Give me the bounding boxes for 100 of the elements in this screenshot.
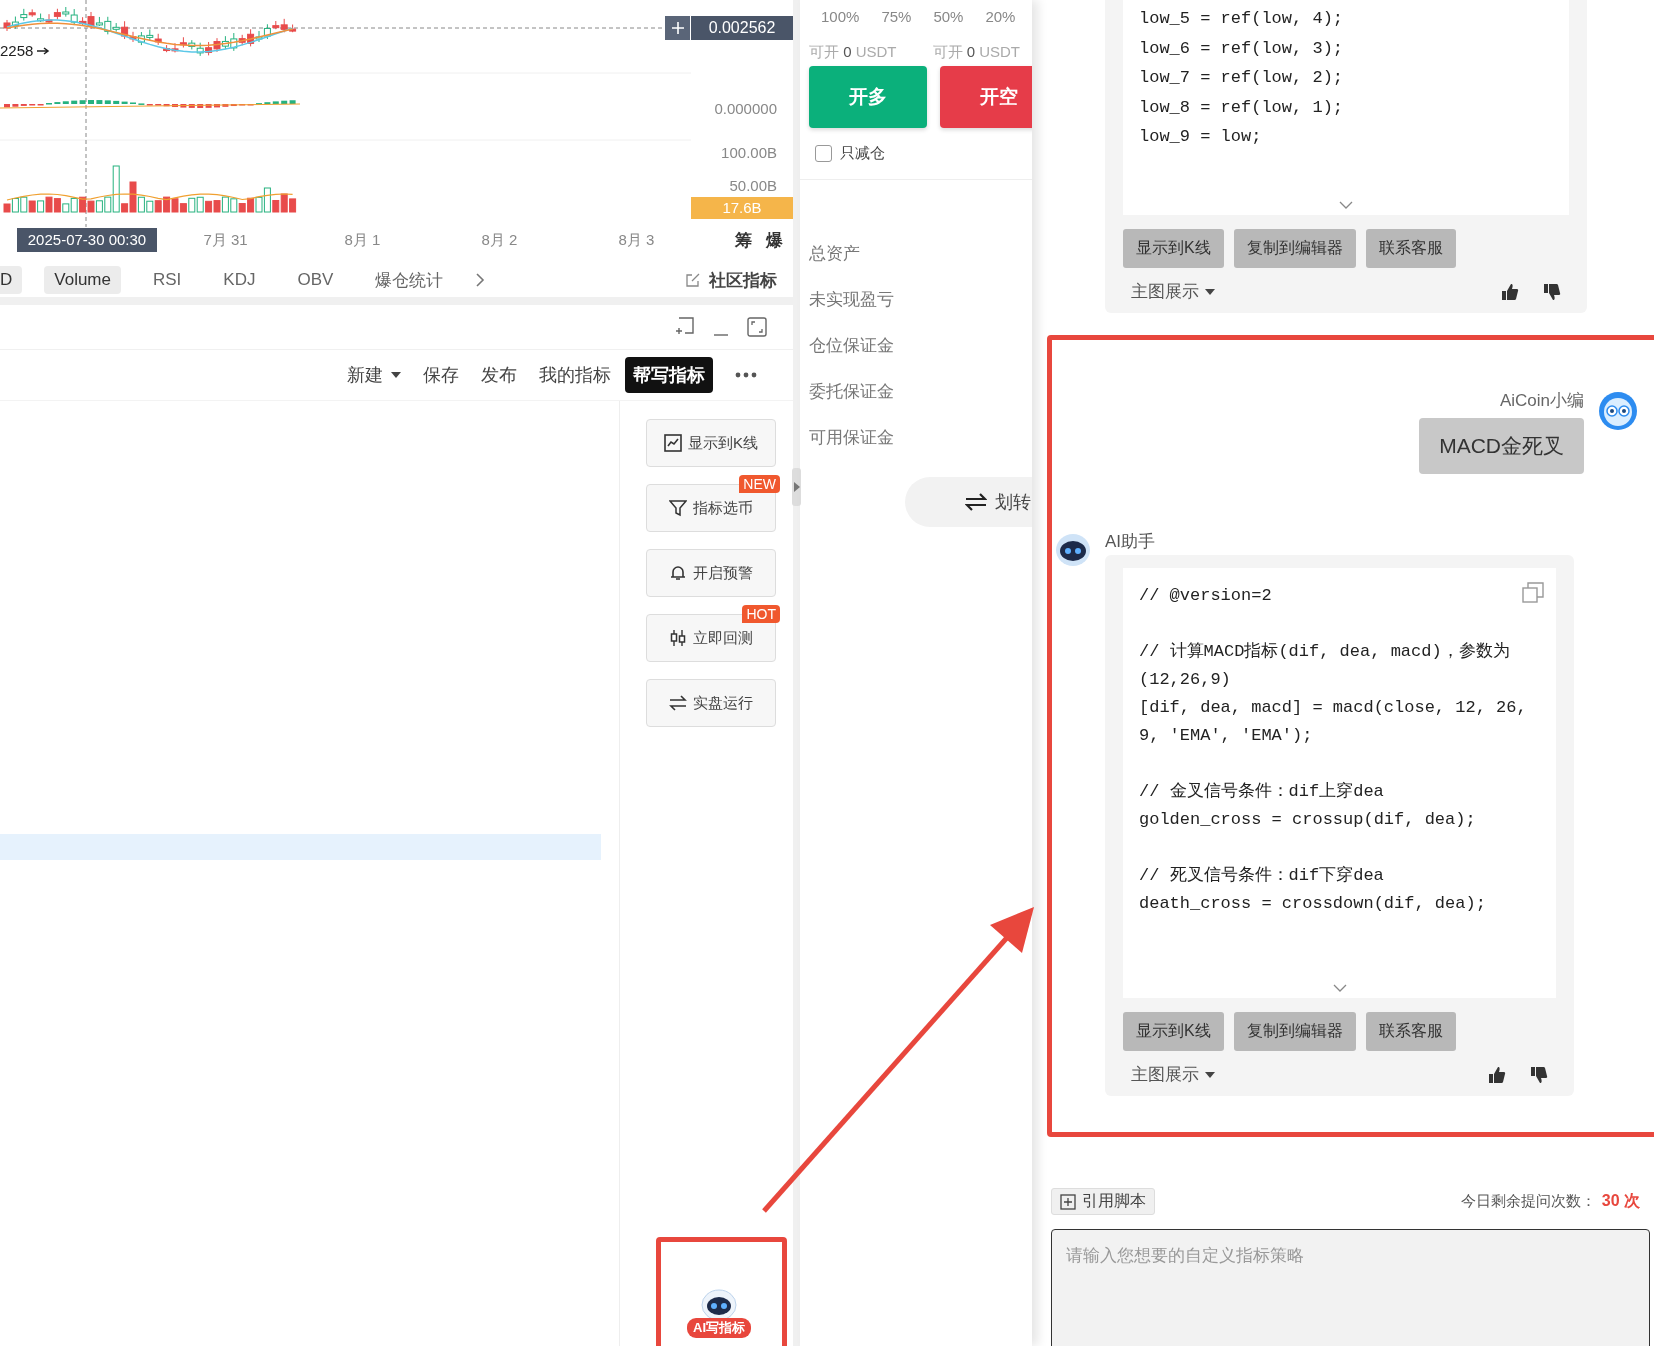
display-mode-dropdown[interactable]: 主图展示 (1123, 1063, 1215, 1086)
toolbar-button[interactable]: 帮写指标 (625, 357, 713, 393)
robot-avatar-icon (1055, 532, 1091, 568)
action-button[interactable]: 实盘运行 (646, 679, 776, 727)
time-label: 8月 1 (344, 230, 381, 248)
action-button[interactable]: 联系客服 (1365, 1012, 1456, 1051)
percent-option[interactable]: 75% (881, 8, 912, 25)
add-window-icon[interactable] (675, 317, 695, 337)
axis-label: 0.000000 (713, 100, 778, 118)
code-line: // 金叉信号条件：dif上穿dea (1139, 781, 1384, 803)
account-label: 可用保证金 (809, 427, 895, 449)
crosshair-time-label: 2025-07-30 00:30 (17, 228, 157, 252)
code-line: low_8 = ref(low, 1); (1139, 96, 1344, 119)
swap-icon (669, 694, 687, 712)
histogram-bar (4, 104, 10, 108)
expand-chevron-icon[interactable] (1339, 201, 1353, 209)
caret-icon (1205, 1071, 1215, 1078)
price-marker-label: 2258 (0, 42, 34, 59)
chevron-right-icon[interactable] (475, 272, 486, 288)
time-label: 8月 2 (481, 230, 518, 248)
code-line: golden_cross = crossup(dif, dea); (1139, 809, 1476, 831)
ai-write-button[interactable]: AI写指标 (663, 1288, 775, 1338)
time-label: 7月 31 (203, 230, 248, 248)
quote-script-button[interactable]: 引用脚本 (1051, 1188, 1155, 1215)
histogram-bar (88, 100, 94, 104)
action-button[interactable]: 复制到编辑器 (1233, 229, 1356, 268)
badge: HOT (742, 605, 780, 623)
axis-label: 50.00B (728, 177, 778, 195)
action-button[interactable]: 开启预警 (646, 549, 776, 597)
prompt-input[interactable]: 请输入您想要的自定义指标策略 (1051, 1229, 1650, 1346)
account-label: 未实现盈亏 (809, 289, 895, 311)
maximize-icon[interactable] (747, 317, 767, 337)
quota-label: 今日剩余提问次数： (1460, 1192, 1596, 1211)
edit-icon (685, 272, 701, 288)
display-mode-dropdown[interactable]: 主图展示 (1123, 280, 1215, 303)
chart-icon (664, 434, 682, 452)
indicator-tab[interactable]: 爆仓统计 (365, 264, 454, 296)
histogram-bar (172, 104, 178, 108)
indicator-tab[interactable]: RSI (143, 266, 192, 294)
message-bubble: MACD金死叉 (1419, 418, 1584, 474)
crosshair-add-button[interactable] (665, 16, 690, 40)
more-icon[interactable] (735, 372, 757, 378)
action-button[interactable]: 显示到K线 (1123, 1012, 1224, 1051)
collapse-handle[interactable] (792, 468, 801, 506)
account-label: 委托保证金 (809, 381, 895, 403)
chart-tool-button[interactable]: 爆 (766, 228, 783, 252)
time-label: 8月 3 (618, 230, 655, 248)
plus-square-icon (1060, 1193, 1076, 1210)
avatar-icon (1598, 391, 1638, 431)
author-name: AI助手 (1105, 532, 1157, 553)
badge: NEW (739, 475, 780, 493)
code-line: death_cross = crossdown(dif, dea); (1139, 893, 1486, 915)
histogram-bar (214, 104, 220, 108)
transfer-button[interactable]: 划转 (905, 477, 1032, 527)
percent-option[interactable]: 100% (821, 8, 860, 25)
action-button[interactable]: 显示到K线 (646, 419, 776, 467)
caret-icon (391, 372, 401, 378)
available-amount: 可开 0 USDT (809, 43, 897, 62)
code-line: // @version=2 (1139, 585, 1272, 607)
code-line: [dif, dea, macd] = macd(close, 12, 26, 9, 'EMA', 'EMA'); (1139, 697, 1528, 747)
axis-label: 100.00B (720, 144, 778, 162)
thumbs-down-icon[interactable] (1543, 282, 1561, 301)
indicator-tab[interactable]: Volume (44, 266, 121, 294)
code-line: low_9 = low; (1139, 126, 1262, 148)
available-amount: 可开 0 USDT (932, 43, 1021, 62)
thumbs-down-icon[interactable] (1530, 1065, 1548, 1084)
copy-icon[interactable] (1522, 582, 1544, 604)
toolbar-button[interactable]: 我的指标 (539, 363, 611, 387)
account-label: 总资产 (809, 243, 861, 265)
toolbar-button[interactable]: 新建 (347, 363, 401, 387)
arrow-icon (36, 45, 51, 56)
thumbs-up-icon[interactable] (1488, 1065, 1506, 1084)
expand-chevron-icon[interactable] (1332, 984, 1347, 992)
percent-option[interactable]: 20% (985, 8, 1016, 25)
indicator-tab[interactable]: D (0, 266, 23, 294)
thumbs-up-icon[interactable] (1501, 282, 1519, 301)
swap-icon (965, 493, 987, 511)
code-line: low_5 = ref(low, 4); (1139, 8, 1344, 30)
toolbar-button[interactable]: 发布 (481, 363, 517, 387)
toolbar-button[interactable]: 保存 (423, 363, 459, 387)
crosshair-price-label: 0.002562 (691, 16, 793, 40)
action-button[interactable]: 联系客服 (1365, 229, 1456, 268)
open-short-button[interactable]: 开空 (940, 66, 1032, 128)
checkbox-label: 只减仓 (840, 144, 885, 163)
sliders-icon (669, 629, 687, 647)
quota-value: 30 次 (1601, 1191, 1640, 1211)
filter-icon (669, 499, 687, 517)
code-line: low_7 = ref(low, 2); (1139, 67, 1344, 89)
community-indicators-link[interactable]: 社区指标 (709, 268, 777, 292)
action-button[interactable]: 复制到编辑器 (1233, 1012, 1356, 1051)
code-line: // 死叉信号条件：dif下穿dea (1139, 865, 1384, 887)
indicator-tab[interactable]: KDJ (213, 266, 266, 294)
action-button[interactable]: 显示到K线 (1123, 229, 1224, 268)
code-line: // 计算MACD指标(dif, dea, macd)，参数为(12,26,9) (1139, 641, 1511, 691)
indicator-tab[interactable]: OBV (287, 266, 344, 294)
volume-badge: 17.6B (691, 197, 793, 219)
checkbox[interactable] (815, 145, 832, 162)
chart-tool-button[interactable]: 筹 (735, 228, 752, 252)
account-label: 仓位保证金 (809, 335, 895, 357)
percent-option[interactable]: 50% (933, 8, 964, 25)
